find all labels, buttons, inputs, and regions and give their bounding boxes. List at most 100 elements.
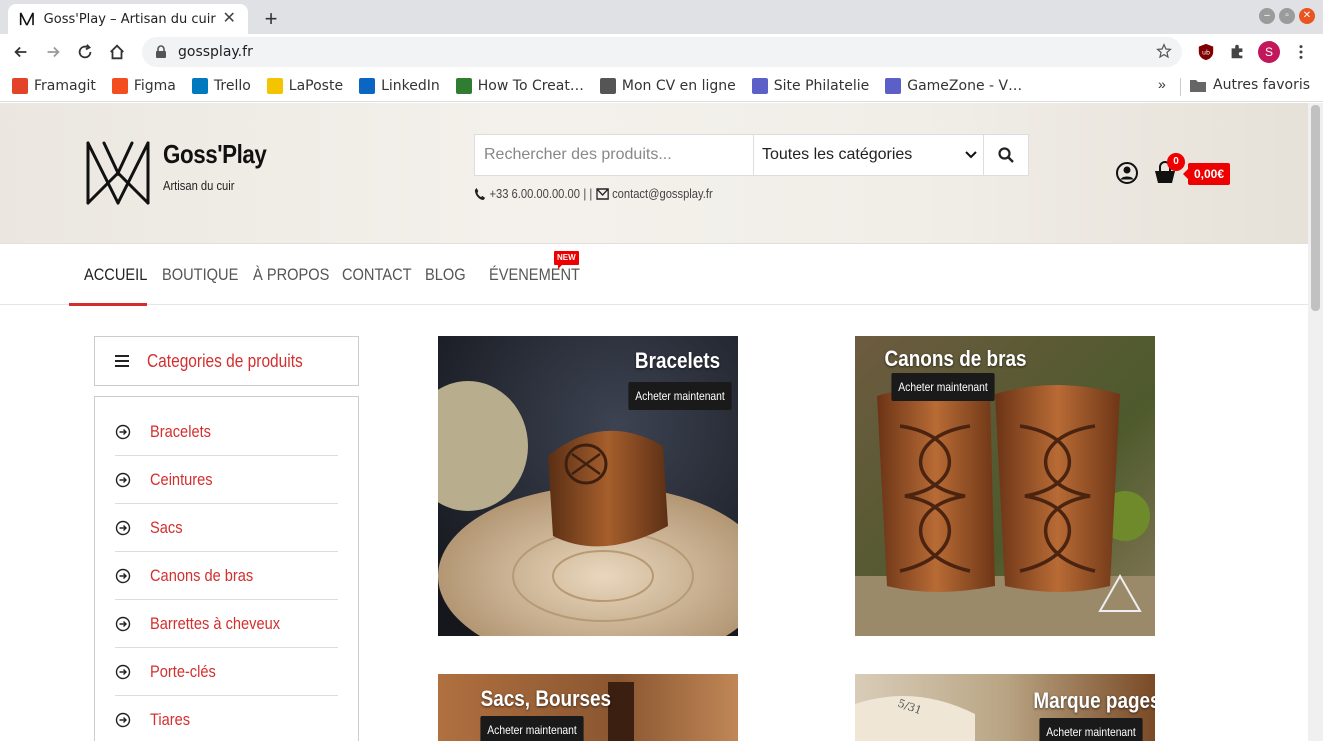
bookmark-item[interactable]: LaPoste [266, 77, 344, 94]
tab-close-icon[interactable]: ✕ [220, 10, 238, 28]
product-tile-marque-pages[interactable]: 5/31 Marque pages Acheter maintenant [855, 674, 1155, 741]
new-tab-icon[interactable]: + [260, 6, 282, 32]
other-bookmarks[interactable]: Autres favoris [1190, 77, 1310, 93]
category-select[interactable]: Toutes les catégories [754, 135, 984, 175]
bookmark-favicon-icon [599, 77, 616, 94]
category-item[interactable]: Tiares [115, 696, 338, 741]
bookmark-item[interactable]: Site Philatelie [751, 77, 870, 94]
bookmark-item[interactable]: Framagit [12, 77, 96, 94]
arrow-circle-right-icon [115, 616, 131, 631]
bookmark-item[interactable]: GameZone - V… [885, 77, 1022, 94]
bookmark-label: LaPoste [288, 77, 344, 94]
product-tile-canons-de-bras[interactable]: Canons de bras Acheter maintenant [855, 336, 1155, 636]
svg-text:ub: ub [1202, 50, 1210, 57]
buy-now-button[interactable]: Acheter maintenant [891, 373, 995, 401]
more-bookmarks-icon[interactable]: » [1158, 76, 1166, 92]
nav-blog[interactable]: Blog [425, 245, 466, 305]
bookmark-item[interactable]: Trello [191, 77, 251, 94]
bookmark-favicon-icon [751, 77, 768, 94]
new-badge: NEW [554, 251, 579, 269]
arrow-circle-right-icon [115, 568, 131, 583]
category-item[interactable]: Bracelets [115, 408, 338, 456]
folder-icon [1190, 80, 1206, 92]
home-icon[interactable] [106, 41, 128, 63]
category-item[interactable]: Porte-clés [115, 648, 338, 696]
bookmark-label: Site Philatelie [773, 77, 870, 94]
category-label: Porte-clés [150, 661, 216, 681]
extensions-puzzle-icon[interactable] [1227, 42, 1247, 62]
category-item[interactable]: Ceintures [115, 456, 338, 504]
category-select-value: Toutes les catégories [762, 146, 913, 163]
bookmark-item[interactable]: LinkedIn [359, 77, 440, 94]
bookmark-favicon-icon [455, 77, 472, 94]
contact-separator: | | [583, 186, 593, 201]
bookmark-favicon-icon [111, 77, 128, 94]
chevron-down-icon [965, 151, 977, 159]
nav-a-propos[interactable]: À propos [253, 245, 329, 305]
lock-icon [156, 45, 166, 58]
ublock-extension-icon[interactable]: ub [1196, 42, 1216, 62]
forward-icon[interactable] [42, 41, 64, 63]
category-item[interactable]: Canons de bras [115, 552, 338, 600]
categories-list: Bracelets Ceintures Sacs Canons de bras Barr… [94, 396, 359, 741]
nav-boutique[interactable]: Boutique [162, 245, 238, 305]
site-logo-icon[interactable] [84, 139, 152, 207]
window-close-icon[interactable]: ✕ [1299, 8, 1315, 24]
site-header: Goss'Play Artisan du cuir Toutes les cat… [0, 103, 1308, 244]
bookmark-favicon-icon [191, 77, 208, 94]
user-account-icon[interactable] [1116, 162, 1138, 184]
page-scrollbar[interactable] [1308, 103, 1323, 741]
contact-email[interactable]: contact@gossplay.fr [612, 186, 713, 201]
category-label: Bracelets [150, 421, 211, 441]
product-tile-sacs-bourses[interactable]: Sacs, Bourses Acheter maintenant [438, 674, 738, 741]
product-search-input[interactable] [475, 135, 754, 175]
bookmark-label: How To Creat… [477, 77, 584, 94]
phone-number[interactable]: +33 6.00.00.00.00 [489, 186, 579, 201]
product-title: Bracelets [634, 348, 721, 373]
category-item[interactable]: Barrettes à cheveux [115, 600, 338, 648]
back-icon[interactable] [10, 41, 32, 63]
site-tagline: Artisan du cuir [163, 178, 235, 193]
profile-avatar[interactable]: S [1258, 41, 1280, 63]
maximize-icon[interactable]: ▫ [1279, 8, 1295, 24]
buy-now-button[interactable]: Acheter maintenant [628, 382, 732, 410]
browser-tab[interactable]: Goss'Play – Artisan du cuir ✕ [8, 4, 248, 34]
phone-icon [474, 187, 486, 200]
arrow-circle-right-icon [115, 520, 131, 535]
nav-accueil[interactable]: Accueil [84, 245, 147, 305]
bookmark-label: LinkedIn [381, 77, 440, 94]
bookmark-favicon-icon [12, 77, 28, 94]
other-bookmarks-label: Autres favoris [1213, 77, 1311, 93]
buy-now-button[interactable]: Acheter maintenant [480, 716, 584, 741]
bookmarks-separator [1180, 78, 1181, 96]
nav-contact[interactable]: Contact [342, 245, 412, 305]
reload-icon[interactable] [74, 41, 96, 63]
product-title: Canons de bras [884, 346, 1027, 371]
category-item[interactable]: Sacs [115, 504, 338, 552]
product-tile-bracelets[interactable]: Bracelets Acheter maintenant [438, 336, 738, 636]
product-title: Marque pages [1033, 688, 1155, 713]
bookmark-label: Trello [213, 77, 251, 94]
search-button[interactable] [984, 135, 1028, 175]
bookmark-item[interactable]: Mon CV en ligne [599, 77, 736, 94]
bookmark-label: Framagit [34, 77, 96, 94]
address-bar[interactable]: gossplay.fr [142, 37, 1182, 67]
bookmark-favicon-icon [885, 77, 902, 94]
bookmark-star-icon[interactable] [1156, 43, 1172, 59]
categories-header-label: Categories de produits [147, 350, 303, 371]
envelope-icon [595, 187, 609, 200]
bookmark-label: Mon CV en ligne [621, 77, 736, 94]
categories-header[interactable]: Categories de produits [94, 336, 359, 386]
search-icon [998, 147, 1014, 163]
bookmark-item[interactable]: Figma [111, 77, 176, 94]
minimize-icon[interactable]: – [1259, 8, 1275, 24]
bookmark-item[interactable]: How To Creat… [455, 77, 584, 94]
browser-menu-icon[interactable] [1291, 42, 1311, 62]
arrow-circle-right-icon [115, 424, 131, 439]
cart-total-badge[interactable]: 0,00€ [1182, 163, 1231, 185]
scrollbar-thumb[interactable] [1311, 105, 1320, 311]
site-title[interactable]: Goss'Play [163, 139, 267, 170]
category-label: Sacs [150, 517, 183, 537]
buy-now-button[interactable]: Acheter maintenant [1039, 718, 1143, 741]
main-navigation: Accueil Boutique À propos Contact Blog É… [0, 245, 1308, 306]
